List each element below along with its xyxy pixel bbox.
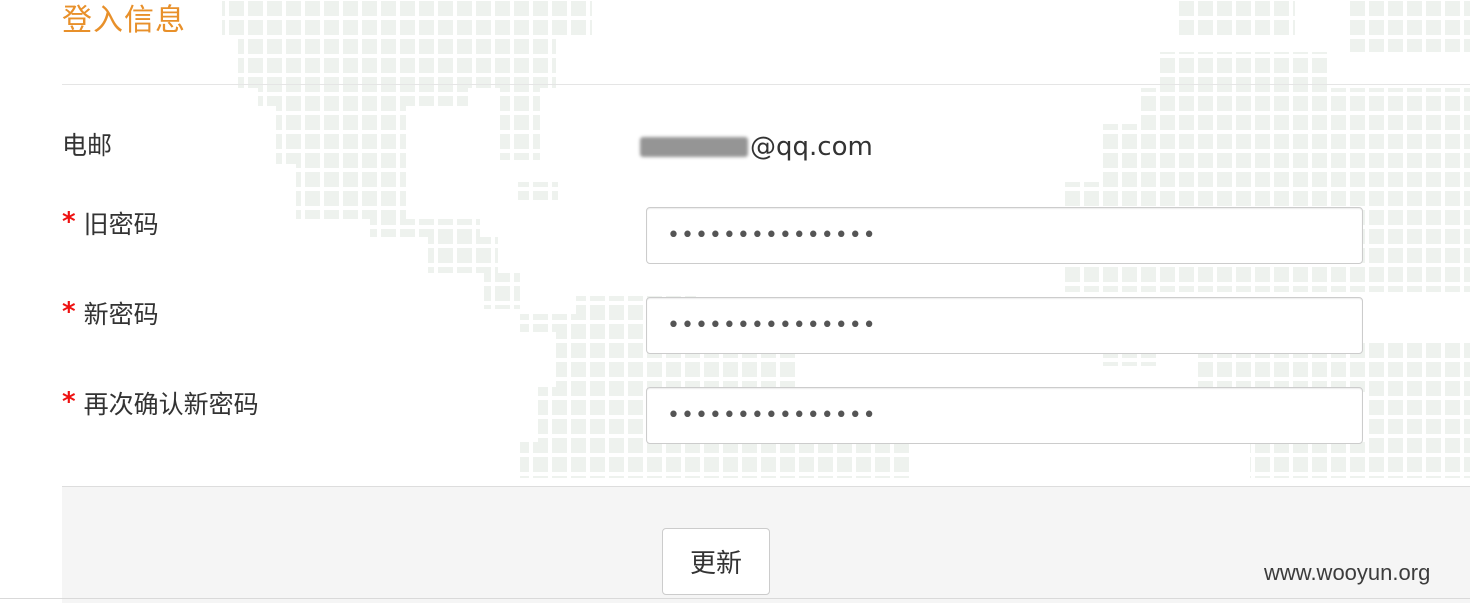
old-password-input[interactable] <box>646 207 1363 264</box>
bottom-divider <box>0 598 1470 599</box>
email-domain: @qq.com <box>750 132 873 162</box>
email-label-text: 电邮 <box>62 131 113 160</box>
old-password-label: * 旧密码 <box>62 207 159 241</box>
email-value: @qq.com <box>640 130 873 164</box>
old-password-label-text: 旧密码 <box>83 210 159 239</box>
confirm-password-input[interactable] <box>646 387 1363 444</box>
new-password-label-text: 新密码 <box>83 300 159 329</box>
new-password-input[interactable] <box>646 297 1363 354</box>
confirm-password-label-text: 再次确认新密码 <box>83 390 259 419</box>
required-asterisk: * <box>62 297 76 327</box>
required-asterisk: * <box>62 207 76 237</box>
watermark: www.wooyun.org <box>1264 560 1431 585</box>
section-divider <box>62 84 1470 85</box>
email-label: 电邮 <box>62 130 112 162</box>
new-password-label: * 新密码 <box>62 297 159 331</box>
redacted-email-username <box>640 137 748 157</box>
update-button[interactable]: 更新 <box>662 528 770 595</box>
account-settings-panel: 登入信息 电邮 @qq.com *旧密码 *新密码 *再次确认新密码 更新 ww… <box>0 0 1470 603</box>
required-asterisk: * <box>62 387 76 417</box>
section-title: 登入信息 <box>62 3 186 38</box>
confirm-password-label: * 再次确认新密码 <box>62 387 259 421</box>
